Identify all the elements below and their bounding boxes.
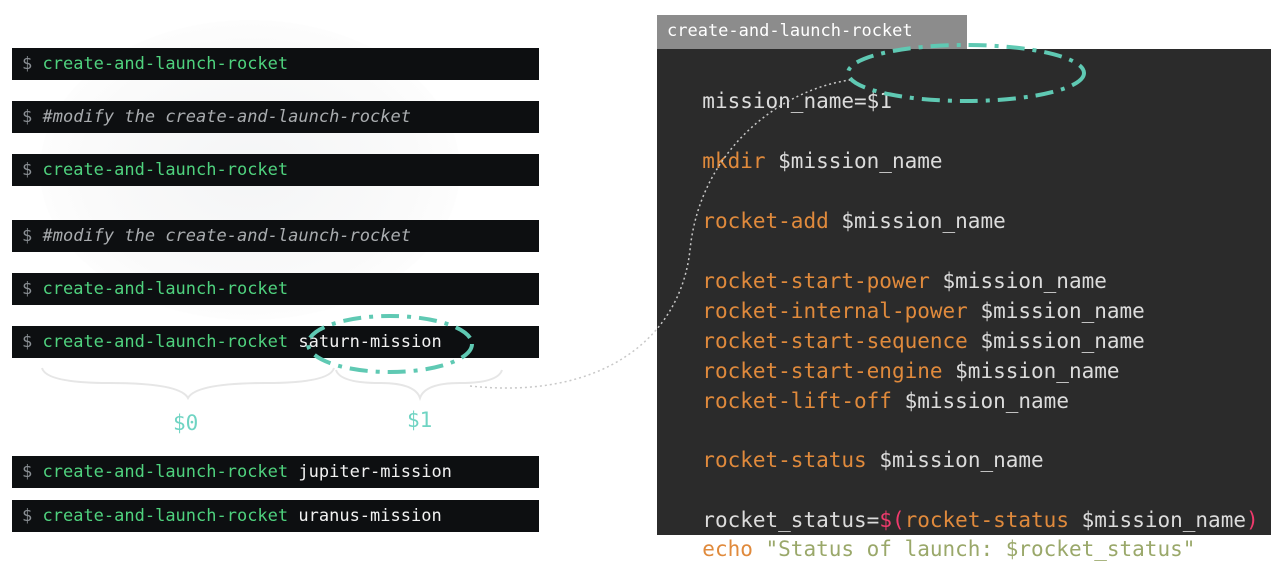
terminal-comment: #modify the create-and-launch-rocket [42,107,411,127]
brace-dollar-zero [41,367,335,401]
prompt-symbol: $ [22,226,33,246]
prompt-symbol: $ [22,506,33,526]
terminal-line[interactable]: $ create-and-launch-rocket [12,48,539,80]
code-line: mission_name=$1 [702,89,892,113]
terminal-command: create-and-launch-rocket [42,332,289,352]
code-line: echo "Status of launch: $rocket_status" [702,537,1196,561]
prompt-symbol: $ [22,332,33,352]
terminal-line[interactable]: $ create-and-launch-rocket [12,154,539,186]
code-line: rocket-add $mission_name [702,209,1006,233]
prompt-symbol: $ [22,462,33,482]
prompt-symbol: $ [22,107,33,127]
code-line: mkdir $mission_name [702,149,943,173]
terminal-line[interactable]: $ #modify the create-and-launch-rocket [12,101,539,133]
brace-dollar-one [335,369,503,402]
terminal-argument: saturn-mission [298,332,442,352]
terminal-command: create-and-launch-rocket [42,279,289,299]
prompt-symbol: $ [22,160,33,180]
terminal-command: create-and-launch-rocket [42,506,289,526]
terminal-line[interactable]: $ create-and-launch-rocket [12,273,539,305]
terminal-command: create-and-launch-rocket [42,160,289,180]
terminal-line[interactable]: $ #modify the create-and-launch-rocket [12,220,539,252]
terminal-argument: jupiter-mission [298,462,452,482]
terminal-comment: #modify the create-and-launch-rocket [42,226,411,246]
code-line: rocket-lift-off $mission_name [702,389,1069,413]
code-line: rocket-status $mission_name [702,448,1044,472]
prompt-symbol: $ [22,279,33,299]
terminal-line[interactable]: $ create-and-launch-rocket saturn-missio… [12,326,539,358]
prompt-symbol: $ [22,54,33,74]
label-dollar-one: $1 [407,408,433,432]
terminal-line[interactable]: $ create-and-launch-rocket uranus-missio… [12,500,539,532]
editor-tab[interactable]: create-and-launch-rocket [657,15,967,49]
terminal-command: create-and-launch-rocket [42,54,289,74]
editor-tab-title: create-and-launch-rocket [667,21,913,41]
terminal-line[interactable]: $ create-and-launch-rocket jupiter-missi… [12,456,539,488]
terminal-command: create-and-launch-rocket [42,462,289,482]
terminal-argument: uranus-mission [298,506,442,526]
label-dollar-zero: $0 [173,411,199,435]
